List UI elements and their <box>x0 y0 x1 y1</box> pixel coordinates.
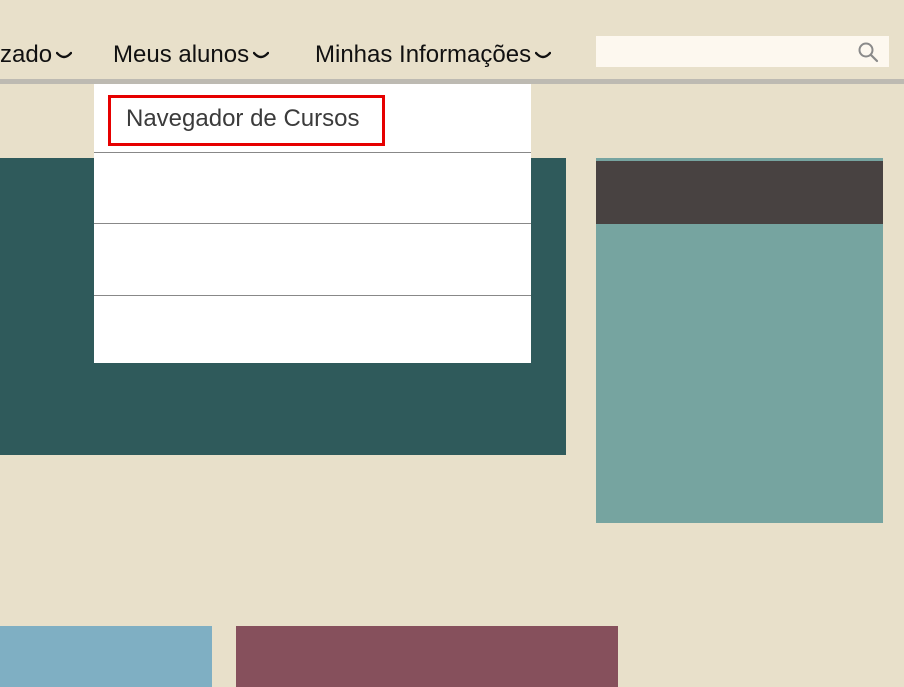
nav-item-label: Minhas Informações <box>315 41 532 68</box>
nav-item-personalizado[interactable]: zado <box>0 40 73 70</box>
highlight-box <box>108 95 385 146</box>
search-input[interactable] <box>596 36 846 67</box>
course-tile[interactable] <box>0 626 212 687</box>
chevron-down-icon <box>253 51 270 58</box>
meus-alunos-dropdown-menu: Navegador de Cursos <box>94 84 531 363</box>
nav-item-meus-alunos[interactable]: Meus alunos <box>113 40 270 70</box>
top-navigation: zado Meus alunos Minhas Informações <box>0 0 904 80</box>
side-panel-header <box>596 161 883 224</box>
search-box <box>596 36 889 67</box>
nav-item-label: Meus alunos <box>113 41 250 68</box>
nav-item-minhas-informacoes[interactable]: Minhas Informações <box>315 40 552 70</box>
menu-item[interactable] <box>94 153 531 224</box>
menu-item[interactable] <box>94 224 531 296</box>
menu-item[interactable] <box>94 296 531 363</box>
search-icon[interactable] <box>857 41 879 63</box>
nav-item-label: zado <box>0 41 53 68</box>
menu-item-navegador-de-cursos[interactable]: Navegador de Cursos <box>94 84 531 153</box>
side-panel-card[interactable] <box>596 158 883 523</box>
course-tile[interactable] <box>236 626 618 687</box>
chevron-down-icon <box>535 51 552 58</box>
chevron-down-icon <box>56 51 73 58</box>
